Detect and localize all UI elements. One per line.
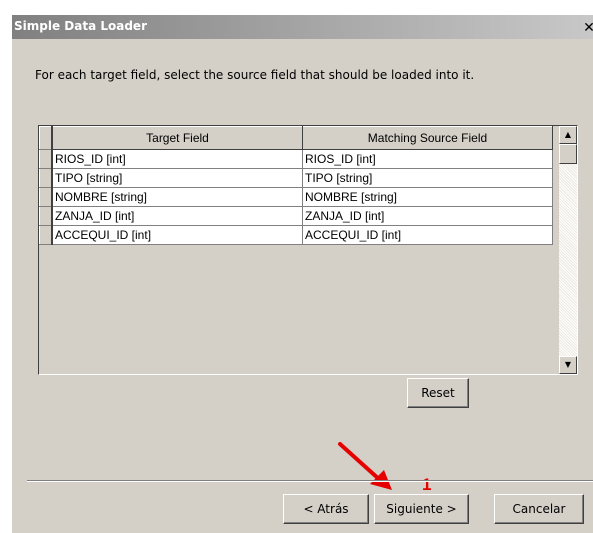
column-header-target-field: Target Field <box>51 126 303 150</box>
field-mapping-table: Target Field Matching Source Field RIOS_… <box>39 126 553 245</box>
target-field-cell: ACCEQUI_ID [int] <box>51 225 303 245</box>
row-header[interactable] <box>39 187 53 207</box>
source-field-cell[interactable]: ACCEQUI_ID [int] <box>302 225 553 245</box>
cancel-button[interactable]: Cancelar <box>494 494 584 524</box>
row-header[interactable] <box>39 149 53 169</box>
vertical-scrollbar[interactable]: ▲ ▼ <box>559 126 577 374</box>
source-field-cell[interactable]: TIPO [string] <box>302 168 553 188</box>
target-field-cell: TIPO [string] <box>51 168 303 188</box>
table-row: ZANJA_ID [int] ZANJA_ID [int] <box>39 206 553 226</box>
target-field-cell: ZANJA_ID [int] <box>51 206 303 226</box>
source-field-cell[interactable]: RIOS_ID [int] <box>302 149 553 169</box>
simple-data-loader-dialog: Simple Data Loader ✕ For each target fie… <box>12 15 593 533</box>
table-row: RIOS_ID [int] RIOS_ID [int] <box>39 149 553 169</box>
row-header[interactable] <box>39 206 53 226</box>
window-title: Simple Data Loader <box>14 19 147 33</box>
source-field-cell[interactable]: NOMBRE [string] <box>302 187 553 207</box>
table-row: ACCEQUI_ID [int] ACCEQUI_ID [int] <box>39 225 553 245</box>
field-mapping-grid: Target Field Matching Source Field RIOS_… <box>38 125 578 375</box>
table-row: TIPO [string] TIPO [string] <box>39 168 553 188</box>
source-field-cell[interactable]: ZANJA_ID [int] <box>302 206 553 226</box>
instruction-text: For each target field, select the source… <box>35 68 475 82</box>
title-bar[interactable]: Simple Data Loader ✕ <box>12 15 593 39</box>
scroll-thumb[interactable] <box>559 144 577 164</box>
target-field-cell: NOMBRE [string] <box>51 187 303 207</box>
back-button[interactable]: < Atrás <box>283 494 369 524</box>
annotation-number: 1 <box>422 475 432 494</box>
annotation-arrow-icon <box>338 442 392 490</box>
column-header-matching-source-field: Matching Source Field <box>302 126 553 150</box>
scroll-down-icon[interactable]: ▼ <box>559 356 577 374</box>
row-header[interactable] <box>39 168 53 188</box>
close-icon[interactable]: ✕ <box>581 20 593 36</box>
table-row: NOMBRE [string] NOMBRE [string] <box>39 187 553 207</box>
target-field-cell: RIOS_ID [int] <box>51 149 303 169</box>
footer-separator <box>27 480 593 482</box>
row-header[interactable] <box>39 225 53 245</box>
reset-button[interactable]: Reset <box>407 378 469 408</box>
grid-corner <box>39 126 53 150</box>
scroll-up-icon[interactable]: ▲ <box>559 126 577 144</box>
next-button[interactable]: Siguiente > <box>374 494 469 524</box>
